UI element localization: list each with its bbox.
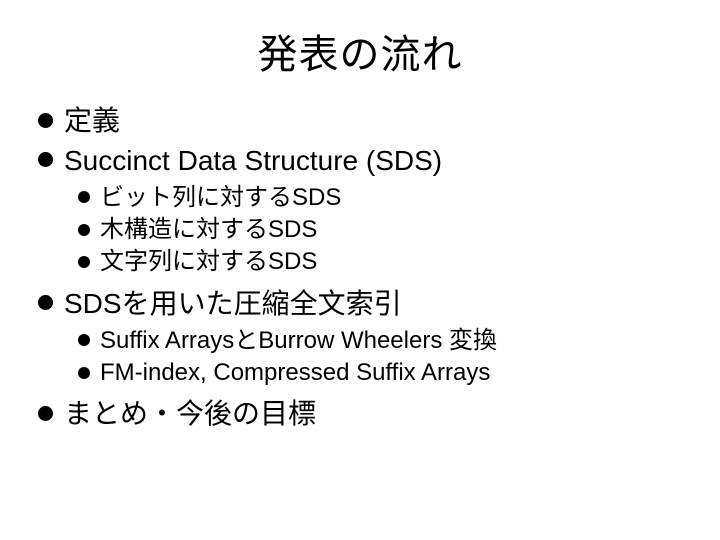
- item-label: 文字列に対するSDS: [100, 248, 317, 275]
- item-label: Suffix ArraysとBurrow Wheelers 変換: [100, 327, 497, 354]
- list-item: 定義: [30, 102, 690, 140]
- slide: 発表の流れ 定義 Succinct Data Structure (SDS) ビ…: [0, 0, 720, 540]
- item-label: 定義: [64, 105, 120, 136]
- list-item: Succinct Data Structure (SDS) ビット列に対するSD…: [30, 142, 690, 279]
- list-item: SDSを用いた圧縮全文索引 Suffix ArraysとBurrow Wheel…: [30, 285, 690, 390]
- sublist: Suffix ArraysとBurrow Wheelers 変換 FM-inde…: [64, 325, 690, 390]
- list-item: FM-index, Compressed Suffix Arrays: [72, 357, 690, 389]
- item-label: ビット列に対するSDS: [100, 184, 341, 211]
- sublist: ビット列に対するSDS 木構造に対するSDS 文字列に対するSDS: [64, 182, 690, 279]
- list-item: まとめ・今後の目標: [30, 395, 690, 433]
- item-label: SDSを用いた圧縮全文索引: [64, 288, 402, 319]
- list-item: Suffix ArraysとBurrow Wheelers 変換: [72, 325, 690, 357]
- list-item: 文字列に対するSDS: [72, 246, 690, 278]
- list-item: ビット列に対するSDS: [72, 182, 690, 214]
- item-label: まとめ・今後の目標: [64, 398, 316, 429]
- item-label: Succinct Data Structure (SDS): [64, 145, 442, 176]
- item-label: 木構造に対するSDS: [100, 216, 317, 243]
- outline-list: 定義 Succinct Data Structure (SDS) ビット列に対す…: [30, 102, 690, 433]
- list-item: 木構造に対するSDS: [72, 214, 690, 246]
- item-label: FM-index, Compressed Suffix Arrays: [100, 359, 490, 386]
- slide-title: 発表の流れ: [30, 22, 690, 80]
